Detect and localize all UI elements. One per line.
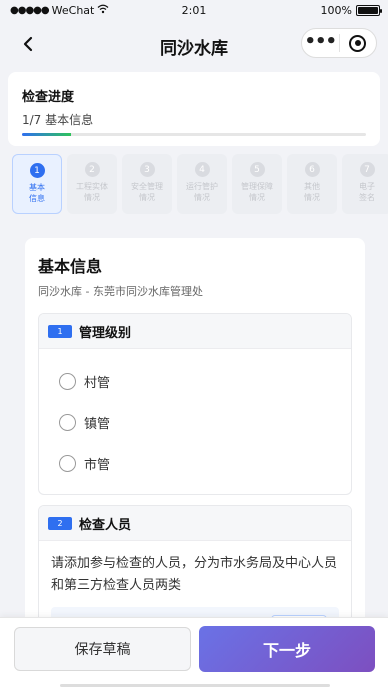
step-tab-6[interactable]: 6 其他情况 (287, 154, 337, 214)
save-draft-button[interactable]: 保存草稿 (14, 627, 191, 671)
group-number-badge: 2 (48, 516, 72, 530)
battery-icon (356, 5, 382, 16)
step-label-line: 安全管理 (131, 182, 163, 191)
step-tab-2[interactable]: 2 工程实体情况 (67, 154, 117, 214)
progress-card: 检查进度 1/7 基本信息 (8, 72, 380, 146)
nav-bar: 同沙水库 ••• (0, 22, 388, 66)
bottom-action-bar: 保存草稿 下一步 (0, 617, 388, 687)
step-label-line: 电子 (359, 182, 375, 191)
section-subtitle: 同沙水库 - 东莞市同沙水库管理处 (38, 285, 203, 298)
group-title: 管理级别 (79, 325, 132, 341)
more-dots-icon: ••• (304, 30, 337, 52)
option-city[interactable]: 市管 (59, 443, 351, 484)
radio-icon[interactable] (59, 373, 76, 390)
step-label-line: 签名 (359, 193, 375, 202)
step-tab-1[interactable]: 1 基本信息 (12, 154, 62, 214)
step-label-line: 情况 (84, 193, 100, 202)
section-title: 基本信息 (38, 257, 103, 276)
step-label-line: 情况 (249, 193, 265, 202)
step-number: 3 (139, 162, 155, 177)
step-label-line: 基本 (29, 183, 45, 192)
step-number: 5 (249, 162, 265, 177)
step-number: 6 (304, 162, 320, 177)
step-label-line: 情况 (139, 193, 155, 202)
radio-icon[interactable] (59, 414, 76, 431)
option-label: 镇管 (84, 417, 111, 432)
battery-indicator: 100% (320, 4, 382, 17)
step-label: 管理保障 情况 (237, 181, 277, 203)
mini-program-capsule: ••• (301, 28, 377, 58)
progress-bar-fill (22, 133, 72, 136)
step-label-line: 运行管护 (186, 182, 218, 191)
progress-subtitle: 1/7 基本信息 (22, 113, 94, 127)
step-number: 2 (84, 162, 100, 177)
step-number: 7 (359, 162, 375, 177)
step-number: 4 (194, 162, 210, 177)
radio-icon[interactable] (59, 455, 76, 472)
status-bar: ●●●●● WeChat 2:01 100% (0, 0, 388, 22)
group-header: 1 管理级别 (39, 314, 351, 349)
group-header: 2 检查人员 (39, 506, 351, 541)
step-tab-3[interactable]: 3 安全管理情况 (122, 154, 172, 214)
step-label-line: 情况 (194, 193, 210, 202)
battery-percent: 100% (320, 4, 352, 17)
group-title: 检查人员 (79, 517, 132, 533)
inspectors-description: 请添加参与检查的人员，分为市水务局及中心人员和第三方检查人员两类 (51, 556, 338, 593)
step-tab-4[interactable]: 4 运行管护情况 (177, 154, 227, 214)
step-label: 其他 情况 (292, 181, 332, 203)
step-label: 电子 签名 (347, 181, 387, 203)
step-tab-7[interactable]: 7 电子签名 (342, 154, 388, 214)
step-label-line: 管理保障 (241, 182, 273, 191)
step-number: 1 (29, 163, 45, 178)
progress-title: 检查进度 (22, 90, 75, 105)
management-level-options: 村管 镇管 市管 (39, 349, 351, 494)
next-step-button[interactable]: 下一步 (199, 626, 375, 672)
close-mini-program-button[interactable] (340, 29, 377, 57)
step-label-line: 信息 (29, 194, 45, 203)
step-label: 安全管理 情况 (127, 181, 167, 203)
option-label: 村管 (84, 376, 111, 391)
management-level-group: 1 管理级别 村管 镇管 市管 (38, 313, 352, 495)
progress-bar (22, 133, 366, 136)
step-label: 运行管护 情况 (182, 181, 222, 203)
option-village[interactable]: 村管 (59, 361, 351, 402)
step-tabs: 1 基本 信息 2 工程实体 情况 3 安全管理 情况 4 运行管护 情况 5 管理保障 情况 6 其他 情况 7 电… (12, 154, 388, 214)
option-label: 市管 (84, 458, 111, 473)
group-number-badge: 1 (48, 324, 72, 338)
step-label: 工程实体 情况 (72, 181, 112, 203)
step-label-line: 其他 (304, 182, 320, 191)
step-label-line: 情况 (304, 193, 320, 202)
step-label: 基本 信息 (17, 182, 57, 204)
step-tab-5[interactable]: 5 管理保障情况 (232, 154, 282, 214)
target-icon (349, 34, 367, 52)
step-label-line: 工程实体 (76, 182, 108, 191)
more-button[interactable]: ••• (302, 29, 339, 57)
option-town[interactable]: 镇管 (59, 402, 351, 443)
